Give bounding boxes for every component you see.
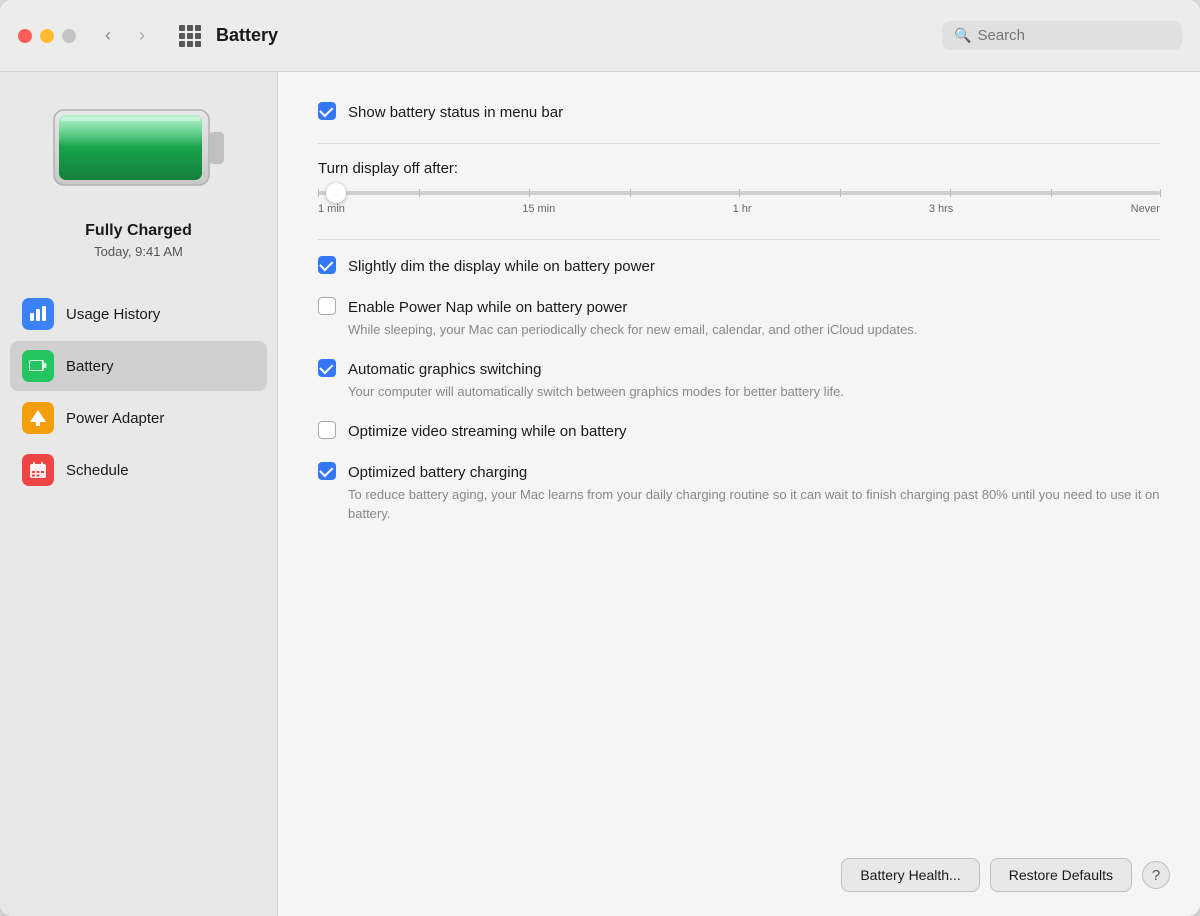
show-battery-status-checkbox[interactable] <box>318 102 336 120</box>
titlebar: ‹ › Battery 🔍 <box>0 0 1200 72</box>
tick-3 <box>529 189 530 197</box>
tick-9 <box>1160 189 1161 197</box>
window-controls <box>18 29 76 43</box>
main-window: ‹ › Battery 🔍 <box>0 0 1200 916</box>
sidebar-item-power-adapter[interactable]: Power Adapter <box>10 393 267 443</box>
status-title: Fully Charged <box>85 222 192 240</box>
optimized-charging-checkbox[interactable] <box>318 462 336 480</box>
maximize-button[interactable] <box>62 29 76 43</box>
optimized-charging-desc: To reduce battery aging, your Mac learns… <box>348 486 1160 522</box>
video-streaming-row: Optimize video streaming while on batter… <box>318 421 1160 442</box>
power-nap-desc: While sleeping, your Mac can periodicall… <box>348 321 917 339</box>
footer-buttons: Battery Health... Restore Defaults ? <box>841 858 1170 892</box>
optimized-charging-row: Optimized battery charging To reduce bat… <box>318 462 1160 522</box>
power-nap-text: Enable Power Nap while on battery power … <box>348 297 917 339</box>
tick-7 <box>950 189 951 197</box>
tick-1 <box>318 189 319 197</box>
slider-container <box>318 191 1160 195</box>
main-content: Fully Charged Today, 9:41 AM Usage Histo… <box>0 72 1200 916</box>
auto-graphics-row: Automatic graphics switching Your comput… <box>318 359 1160 401</box>
show-battery-status-label: Show battery status in menu bar <box>348 102 563 123</box>
divider-2 <box>318 239 1160 240</box>
tick-5 <box>739 189 740 197</box>
status-time: Today, 9:41 AM <box>85 244 192 259</box>
slider-label-never: Never <box>1131 203 1160 215</box>
optimized-charging-text: Optimized battery charging To reduce bat… <box>348 462 1160 522</box>
auto-graphics-desc: Your computer will automatically switch … <box>348 383 844 401</box>
slider-label-3hrs: 3 hrs <box>929 203 953 215</box>
tick-2 <box>419 189 420 197</box>
power-adapter-icon <box>22 402 54 434</box>
slider-track[interactable] <box>318 191 1160 195</box>
settings-panel: Show battery status in menu bar Turn dis… <box>278 72 1200 916</box>
help-button[interactable]: ? <box>1142 861 1170 889</box>
battery-health-button[interactable]: Battery Health... <box>841 858 979 892</box>
turn-display-off-label: Turn display off after: <box>318 160 1160 177</box>
power-nap-row: Enable Power Nap while on battery power … <box>318 297 1160 339</box>
tick-8 <box>1051 189 1052 197</box>
auto-graphics-checkbox[interactable] <box>318 359 336 377</box>
slider-thumb[interactable] <box>326 183 346 203</box>
back-button[interactable]: ‹ <box>94 22 122 50</box>
usage-history-icon <box>22 298 54 330</box>
dim-display-label: Slightly dim the display while on batter… <box>348 256 655 277</box>
tick-6 <box>840 189 841 197</box>
tick-4 <box>630 189 631 197</box>
schedule-icon <box>22 454 54 486</box>
auto-graphics-label: Automatic graphics switching <box>348 359 844 380</box>
restore-defaults-button[interactable]: Restore Defaults <box>990 858 1132 892</box>
dim-display-row: Slightly dim the display while on batter… <box>318 256 1160 277</box>
search-icon: 🔍 <box>954 27 971 44</box>
show-battery-status-row: Show battery status in menu bar <box>318 102 1160 123</box>
battery-icon-container <box>49 102 229 202</box>
sidebar-item-usage-history[interactable]: Usage History <box>10 289 267 339</box>
search-box[interactable]: 🔍 <box>942 21 1182 50</box>
slider-label-min: 1 min <box>318 203 345 215</box>
video-streaming-label: Optimize video streaming while on batter… <box>348 421 626 442</box>
forward-button[interactable]: › <box>128 22 156 50</box>
nav-arrows: ‹ › <box>94 22 156 50</box>
sidebar: Fully Charged Today, 9:41 AM Usage Histo… <box>0 72 278 916</box>
slider-label-15min: 15 min <box>522 203 555 215</box>
power-nap-checkbox[interactable] <box>318 297 336 315</box>
sidebar-item-battery[interactable]: Battery <box>10 341 267 391</box>
battery-status: Fully Charged Today, 9:41 AM <box>85 222 192 259</box>
video-streaming-checkbox[interactable] <box>318 421 336 439</box>
schedule-label: Schedule <box>66 462 129 479</box>
sidebar-item-schedule[interactable]: Schedule <box>10 445 267 495</box>
optimized-charging-label: Optimized battery charging <box>348 462 1160 483</box>
sidebar-nav: Usage History Battery <box>0 289 277 497</box>
slider-labels: 1 min 15 min 1 hr 3 hrs Never <box>318 203 1160 215</box>
battery-graphic <box>49 102 229 197</box>
search-input[interactable] <box>977 27 1170 44</box>
close-button[interactable] <box>18 29 32 43</box>
slider-label-1hr: 1 hr <box>733 203 752 215</box>
usage-history-label: Usage History <box>66 306 160 323</box>
power-nap-label: Enable Power Nap while on battery power <box>348 297 917 318</box>
minimize-button[interactable] <box>40 29 54 43</box>
battery-nav-label: Battery <box>66 358 114 375</box>
page-title: Battery <box>216 25 942 46</box>
divider-1 <box>318 143 1160 144</box>
power-adapter-label: Power Adapter <box>66 410 164 427</box>
dim-display-checkbox[interactable] <box>318 256 336 274</box>
auto-graphics-text: Automatic graphics switching Your comput… <box>348 359 844 401</box>
grid-icon[interactable] <box>174 20 206 52</box>
battery-nav-icon <box>22 350 54 382</box>
display-off-section: Turn display off after: <box>318 160 1160 215</box>
